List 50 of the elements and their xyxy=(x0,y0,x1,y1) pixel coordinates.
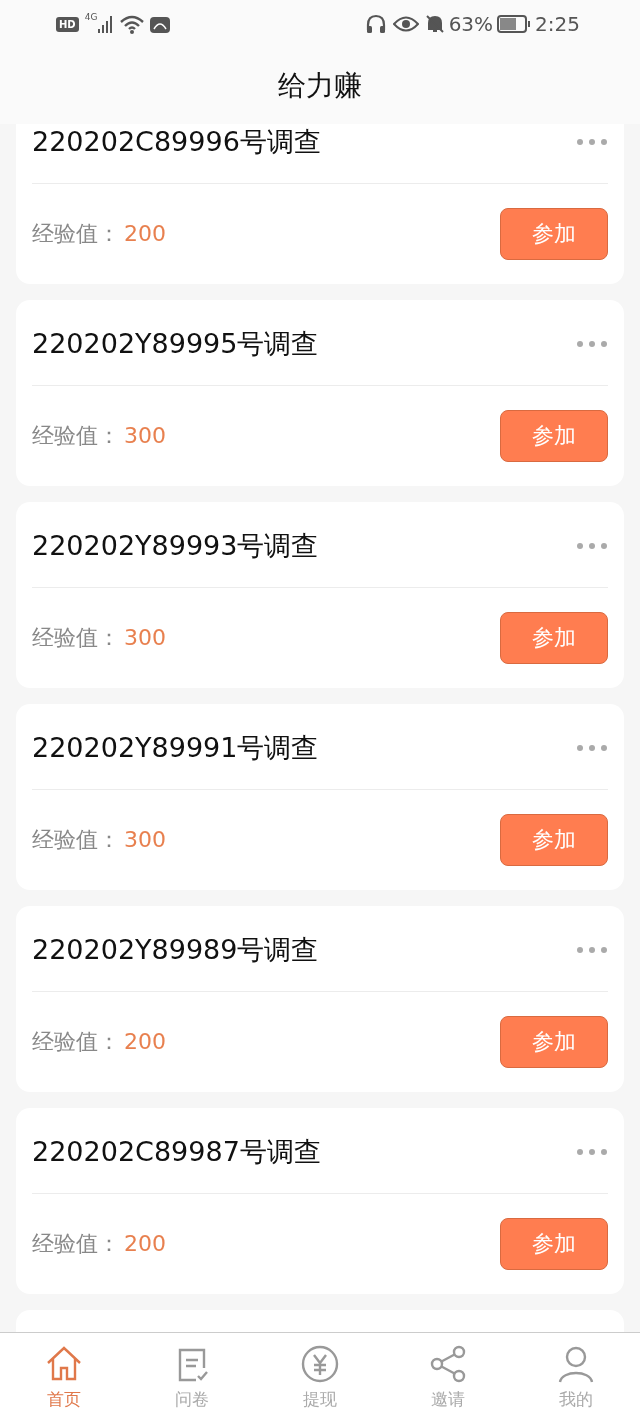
more-icon[interactable] xyxy=(576,339,608,348)
experience-value: 300 xyxy=(124,423,166,448)
page-title: 给力赚 xyxy=(278,68,362,104)
experience-value: 300 xyxy=(124,827,166,852)
tab-bar-item[interactable]: 邀请 xyxy=(384,1333,512,1422)
experience-value: 200 xyxy=(124,221,166,246)
experience-label: 经验值： xyxy=(32,423,120,448)
experience-label: 经验值： xyxy=(32,827,120,852)
more-icon[interactable] xyxy=(576,541,608,550)
experience-label: 经验值： xyxy=(32,1029,120,1054)
survey-title: 220202C89987号调查 xyxy=(32,1134,321,1169)
more-icon[interactable] xyxy=(576,945,608,954)
tab-bar-item[interactable]: 我的 xyxy=(512,1333,640,1422)
experience-value: 200 xyxy=(124,1029,166,1054)
survey-title: 220202Y89993号调查 xyxy=(32,528,319,563)
user-icon xyxy=(556,1344,596,1384)
tab-bar-item[interactable]: 提现 xyxy=(256,1333,384,1422)
share-icon xyxy=(428,1344,468,1384)
battery-icon xyxy=(497,15,532,33)
join-button[interactable]: 参加 xyxy=(500,1218,608,1270)
signal-icon xyxy=(97,15,114,33)
tab-bar-item[interactable]: 首页 xyxy=(0,1333,128,1422)
join-button[interactable]: 参加 xyxy=(500,410,608,462)
experience-value: 200 xyxy=(124,1231,166,1256)
survey-title: 220202C89996号调查 xyxy=(32,124,321,159)
join-button[interactable]: 参加 xyxy=(500,1016,608,1068)
experience-value: 300 xyxy=(124,625,166,650)
bell-muted-icon xyxy=(424,14,445,34)
experience-label: 经验值： xyxy=(32,221,120,246)
join-button[interactable]: 参加 xyxy=(500,814,608,866)
survey-title: 220202Y89995号调查 xyxy=(32,326,319,361)
survey-title: 220202Y89989号调查 xyxy=(32,932,319,967)
experience-label: 经验值： xyxy=(32,1231,120,1256)
battery-percent: 63% xyxy=(448,12,494,36)
wifi-icon xyxy=(119,14,146,34)
yuan-icon xyxy=(300,1344,340,1384)
more-icon[interactable] xyxy=(576,137,608,146)
hd-badge: HD xyxy=(56,16,79,32)
join-button[interactable]: 参加 xyxy=(500,208,608,260)
experience-label: 经验值： xyxy=(32,625,120,650)
more-icon[interactable] xyxy=(576,1147,608,1156)
network-type: 4G xyxy=(84,12,98,22)
speedometer-icon xyxy=(149,14,172,34)
headphones-icon xyxy=(364,14,387,34)
join-button[interactable]: 参加 xyxy=(500,612,608,664)
more-icon[interactable] xyxy=(576,743,608,752)
clock-time: 2:25 xyxy=(535,12,580,36)
survey-title: 220202Y89991号调查 xyxy=(32,730,319,765)
tab-bar-item[interactable]: 问卷 xyxy=(128,1333,256,1422)
eye-icon xyxy=(392,15,419,33)
